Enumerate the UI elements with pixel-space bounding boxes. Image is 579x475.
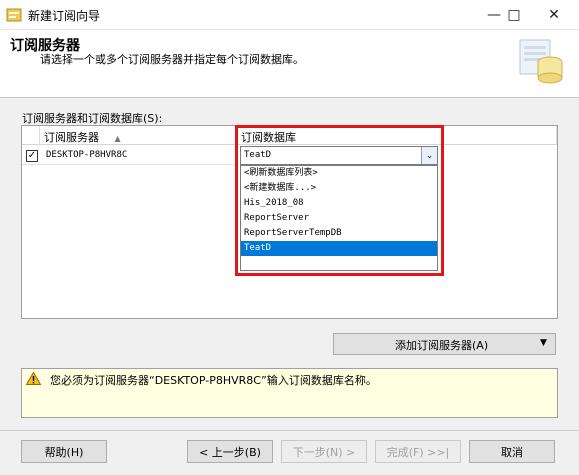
column-header-subscriber[interactable]: 订阅服务器 ▲ <box>40 126 237 145</box>
cancel-button[interactable]: 取消 <box>469 440 555 463</box>
subscriber-name: DESKTOP-P8HVR8C <box>46 150 128 160</box>
finish-button[interactable]: 完成(F) >>| <box>375 440 461 463</box>
add-subscriber-label: 添加订阅服务器(A) <box>395 339 489 352</box>
column-header-subscriber-label: 订阅服务器 <box>44 131 99 144</box>
database-wizard-icon <box>516 36 566 88</box>
warning-icon <box>25 371 42 385</box>
grid-checkbox-header <box>22 126 40 145</box>
close-icon[interactable]: ✕ <box>537 0 571 30</box>
subscriber-checkbox[interactable]: ✓ <box>26 150 38 162</box>
sort-up-triangle-icon: ▲ <box>114 134 121 143</box>
maximize-icon[interactable]: □ <box>497 0 531 30</box>
help-button[interactable]: 帮助(H) <box>21 440 107 463</box>
message-text: 您必须为订阅服务器“DESKTOP-P8HVR8C”输入订阅数据库名称。 <box>50 374 377 387</box>
next-button[interactable]: 下一步(N) > <box>281 440 367 463</box>
footer-divider <box>0 430 579 431</box>
wizard-app-icon <box>6 8 22 22</box>
annotation-highlight-box <box>235 125 444 276</box>
window-title: 新建订阅向导 <box>28 9 101 23</box>
grid-label: 订阅服务器和订阅数据库(S): <box>22 112 163 125</box>
page-subtitle: 请选择一个或多个订阅服务器并指定每个订阅数据库。 <box>40 53 304 66</box>
caret-down-icon[interactable]: ▼ <box>540 338 547 348</box>
back-button[interactable]: < 上一步(B) <box>187 440 273 463</box>
